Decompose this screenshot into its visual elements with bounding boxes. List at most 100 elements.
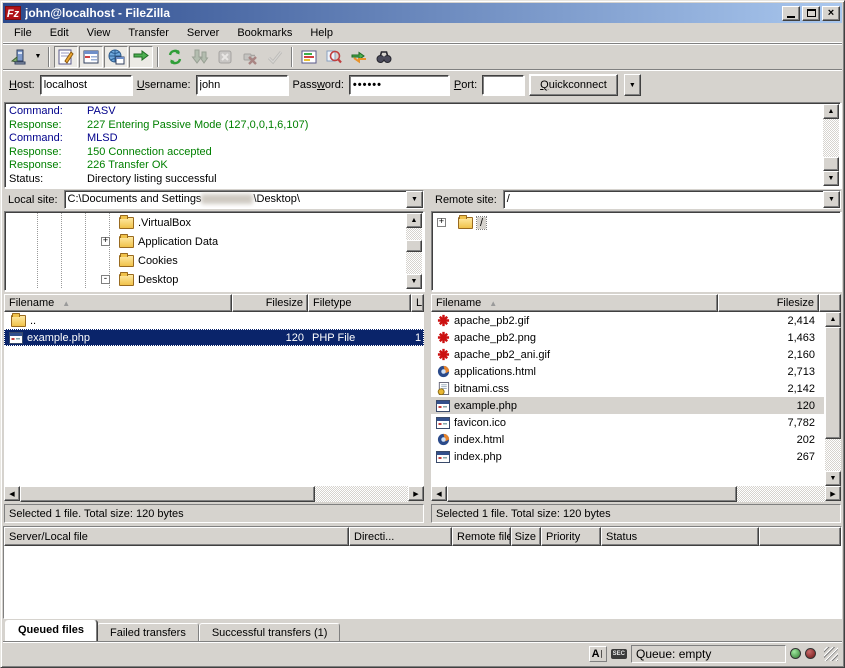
file-row[interactable]: index.php 267 xyxy=(431,448,824,465)
disconnect-button[interactable] xyxy=(238,46,262,68)
menu-file[interactable]: File xyxy=(5,25,41,41)
username-input[interactable] xyxy=(196,75,288,95)
scrollbar-thumb[interactable] xyxy=(825,327,841,439)
expand-icon[interactable]: + xyxy=(437,218,446,227)
toggle-queue-button[interactable] xyxy=(129,46,153,68)
remote-horizontal-scrollbar[interactable]: ◀ ▶ xyxy=(431,486,841,502)
scrollbar-thumb[interactable] xyxy=(20,486,315,502)
menu-edit[interactable]: Edit xyxy=(41,25,78,41)
remote-list-scrollbar[interactable]: ▲ ▼ xyxy=(825,312,841,486)
expand-icon[interactable]: + xyxy=(101,237,110,246)
scroll-down-icon[interactable]: ▼ xyxy=(406,274,422,289)
scrollbar-thumb[interactable] xyxy=(823,157,839,171)
password-input[interactable] xyxy=(349,75,449,95)
local-path-combobox[interactable]: C:\Documents and Settings\Desktop\ ▼ xyxy=(64,190,424,209)
sync-browsing-button[interactable] xyxy=(347,46,371,68)
local-tree-scrollbar[interactable]: ▲ ▼ xyxy=(406,213,422,289)
queue-column-direction[interactable]: Directi... xyxy=(349,527,452,546)
queue-column-size[interactable]: Size xyxy=(511,527,541,546)
scrollbar-thumb[interactable] xyxy=(406,240,422,252)
scroll-right-icon[interactable]: ▶ xyxy=(408,486,424,501)
site-manager-button[interactable] xyxy=(7,46,31,68)
queue-column-status[interactable]: Status xyxy=(601,527,759,546)
site-manager-dropdown[interactable]: ▼ xyxy=(32,46,44,68)
tree-item-desktop[interactable]: -Desktop xyxy=(6,270,405,289)
title-bar[interactable]: Fz john@localhost - FileZilla × xyxy=(3,3,842,23)
quickconnect-dropdown[interactable]: ▼ xyxy=(624,74,641,96)
queue-column-server-local-file[interactable]: Server/Local file xyxy=(4,527,349,546)
column-header-filesize[interactable]: Filesize xyxy=(232,294,308,312)
column-header-filetype[interactable]: Filetype xyxy=(308,294,411,312)
file-row[interactable]: apache_pb2_ani.gif 2,160 xyxy=(431,346,824,363)
remote-path-combobox[interactable]: / ▼ xyxy=(503,190,841,209)
scrollbar-track[interactable] xyxy=(825,439,841,471)
scrollbar-thumb[interactable] xyxy=(447,486,737,502)
ascii-datatype-icon[interactable]: A∣ xyxy=(589,646,607,662)
queue-body[interactable] xyxy=(4,546,841,618)
process-queue-button[interactable] xyxy=(188,46,212,68)
column-header-filename[interactable]: Filename▲ xyxy=(431,294,718,312)
scroll-up-icon[interactable]: ▲ xyxy=(823,104,839,119)
reconnect-button[interactable] xyxy=(263,46,287,68)
scroll-up-icon[interactable]: ▲ xyxy=(406,213,422,228)
scrollbar-track[interactable] xyxy=(737,486,825,502)
host-input[interactable] xyxy=(40,75,132,95)
tree-item-application-data[interactable]: +Application Data xyxy=(6,232,405,251)
column-header-last-modified[interactable]: L xyxy=(411,294,424,312)
chevron-down-icon[interactable]: ▼ xyxy=(823,191,840,208)
file-row[interactable]: apache_pb2.gif 2,414 xyxy=(431,312,824,329)
menu-view[interactable]: View xyxy=(78,25,120,41)
file-row-example-php[interactable]: example.php 120 PHP File 1 xyxy=(4,329,424,346)
scroll-up-icon[interactable]: ▲ xyxy=(825,312,841,327)
menu-bookmarks[interactable]: Bookmarks xyxy=(228,25,301,41)
compare-button[interactable] xyxy=(322,46,346,68)
scrollbar-track[interactable] xyxy=(823,119,839,157)
menu-transfer[interactable]: Transfer xyxy=(119,25,178,41)
scroll-left-icon[interactable]: ◀ xyxy=(4,486,20,501)
scroll-left-icon[interactable]: ◀ xyxy=(431,486,447,501)
file-row[interactable]: apache_pb2.png 1,463 xyxy=(431,329,824,346)
scrollbar-track[interactable] xyxy=(406,252,422,274)
menu-help[interactable]: Help xyxy=(301,25,342,41)
scrollbar-track[interactable] xyxy=(315,486,408,502)
tab-queued-files[interactable]: Queued files xyxy=(5,620,97,641)
tree-item-cookies[interactable]: Cookies xyxy=(6,251,405,270)
close-button[interactable]: × xyxy=(822,6,840,21)
scroll-down-icon[interactable]: ▼ xyxy=(825,471,841,486)
tree-item-virtualbox[interactable]: .VirtualBox xyxy=(6,213,405,232)
scroll-right-icon[interactable]: ▶ xyxy=(825,486,841,501)
resize-grip[interactable] xyxy=(824,647,838,661)
toggle-log-button[interactable] xyxy=(54,46,78,68)
tab-successful-transfers[interactable]: Successful transfers (1) xyxy=(199,623,341,641)
maximize-button[interactable] xyxy=(802,6,820,21)
quickconnect-button[interactable]: Quickconnect xyxy=(529,74,618,96)
file-row-parent-dir[interactable]: .. xyxy=(4,312,424,329)
encryption-indicator-icon[interactable]: SEC xyxy=(611,649,627,659)
scroll-down-icon[interactable]: ▼ xyxy=(823,171,839,186)
file-row[interactable]: index.html 202 xyxy=(431,431,824,448)
chevron-down-icon[interactable]: ▼ xyxy=(406,191,423,208)
refresh-button[interactable] xyxy=(163,46,187,68)
menu-server[interactable]: Server xyxy=(178,25,228,41)
tab-failed-transfers[interactable]: Failed transfers xyxy=(97,623,199,641)
collapse-icon[interactable]: - xyxy=(101,275,110,284)
toggle-remote-tree-button[interactable] xyxy=(104,46,128,68)
scrollbar-track[interactable] xyxy=(406,228,422,240)
file-row[interactable]: bitnami.css 2,142 xyxy=(431,380,824,397)
column-header-filesize[interactable]: Filesize xyxy=(718,294,819,312)
local-horizontal-scrollbar[interactable]: ◀ ▶ xyxy=(4,486,424,502)
minimize-button[interactable] xyxy=(782,6,800,21)
file-row[interactable]: applications.html 2,713 xyxy=(431,363,824,380)
filter-button[interactable] xyxy=(297,46,321,68)
file-row-selected[interactable]: example.php 120 xyxy=(431,397,824,414)
column-header-filename[interactable]: Filename▲ xyxy=(4,294,232,312)
log-scrollbar[interactable]: ▲ ▼ xyxy=(823,104,839,186)
cancel-button[interactable] xyxy=(213,46,237,68)
toggle-local-tree-button[interactable] xyxy=(79,46,103,68)
queue-column-remote-file[interactable]: Remote file xyxy=(452,527,511,546)
queue-column-priority[interactable]: Priority xyxy=(541,527,601,546)
find-button[interactable] xyxy=(372,46,396,68)
tree-item-root[interactable]: +/ xyxy=(433,213,822,232)
port-input[interactable] xyxy=(482,75,524,95)
file-row[interactable]: favicon.ico 7,782 xyxy=(431,414,824,431)
